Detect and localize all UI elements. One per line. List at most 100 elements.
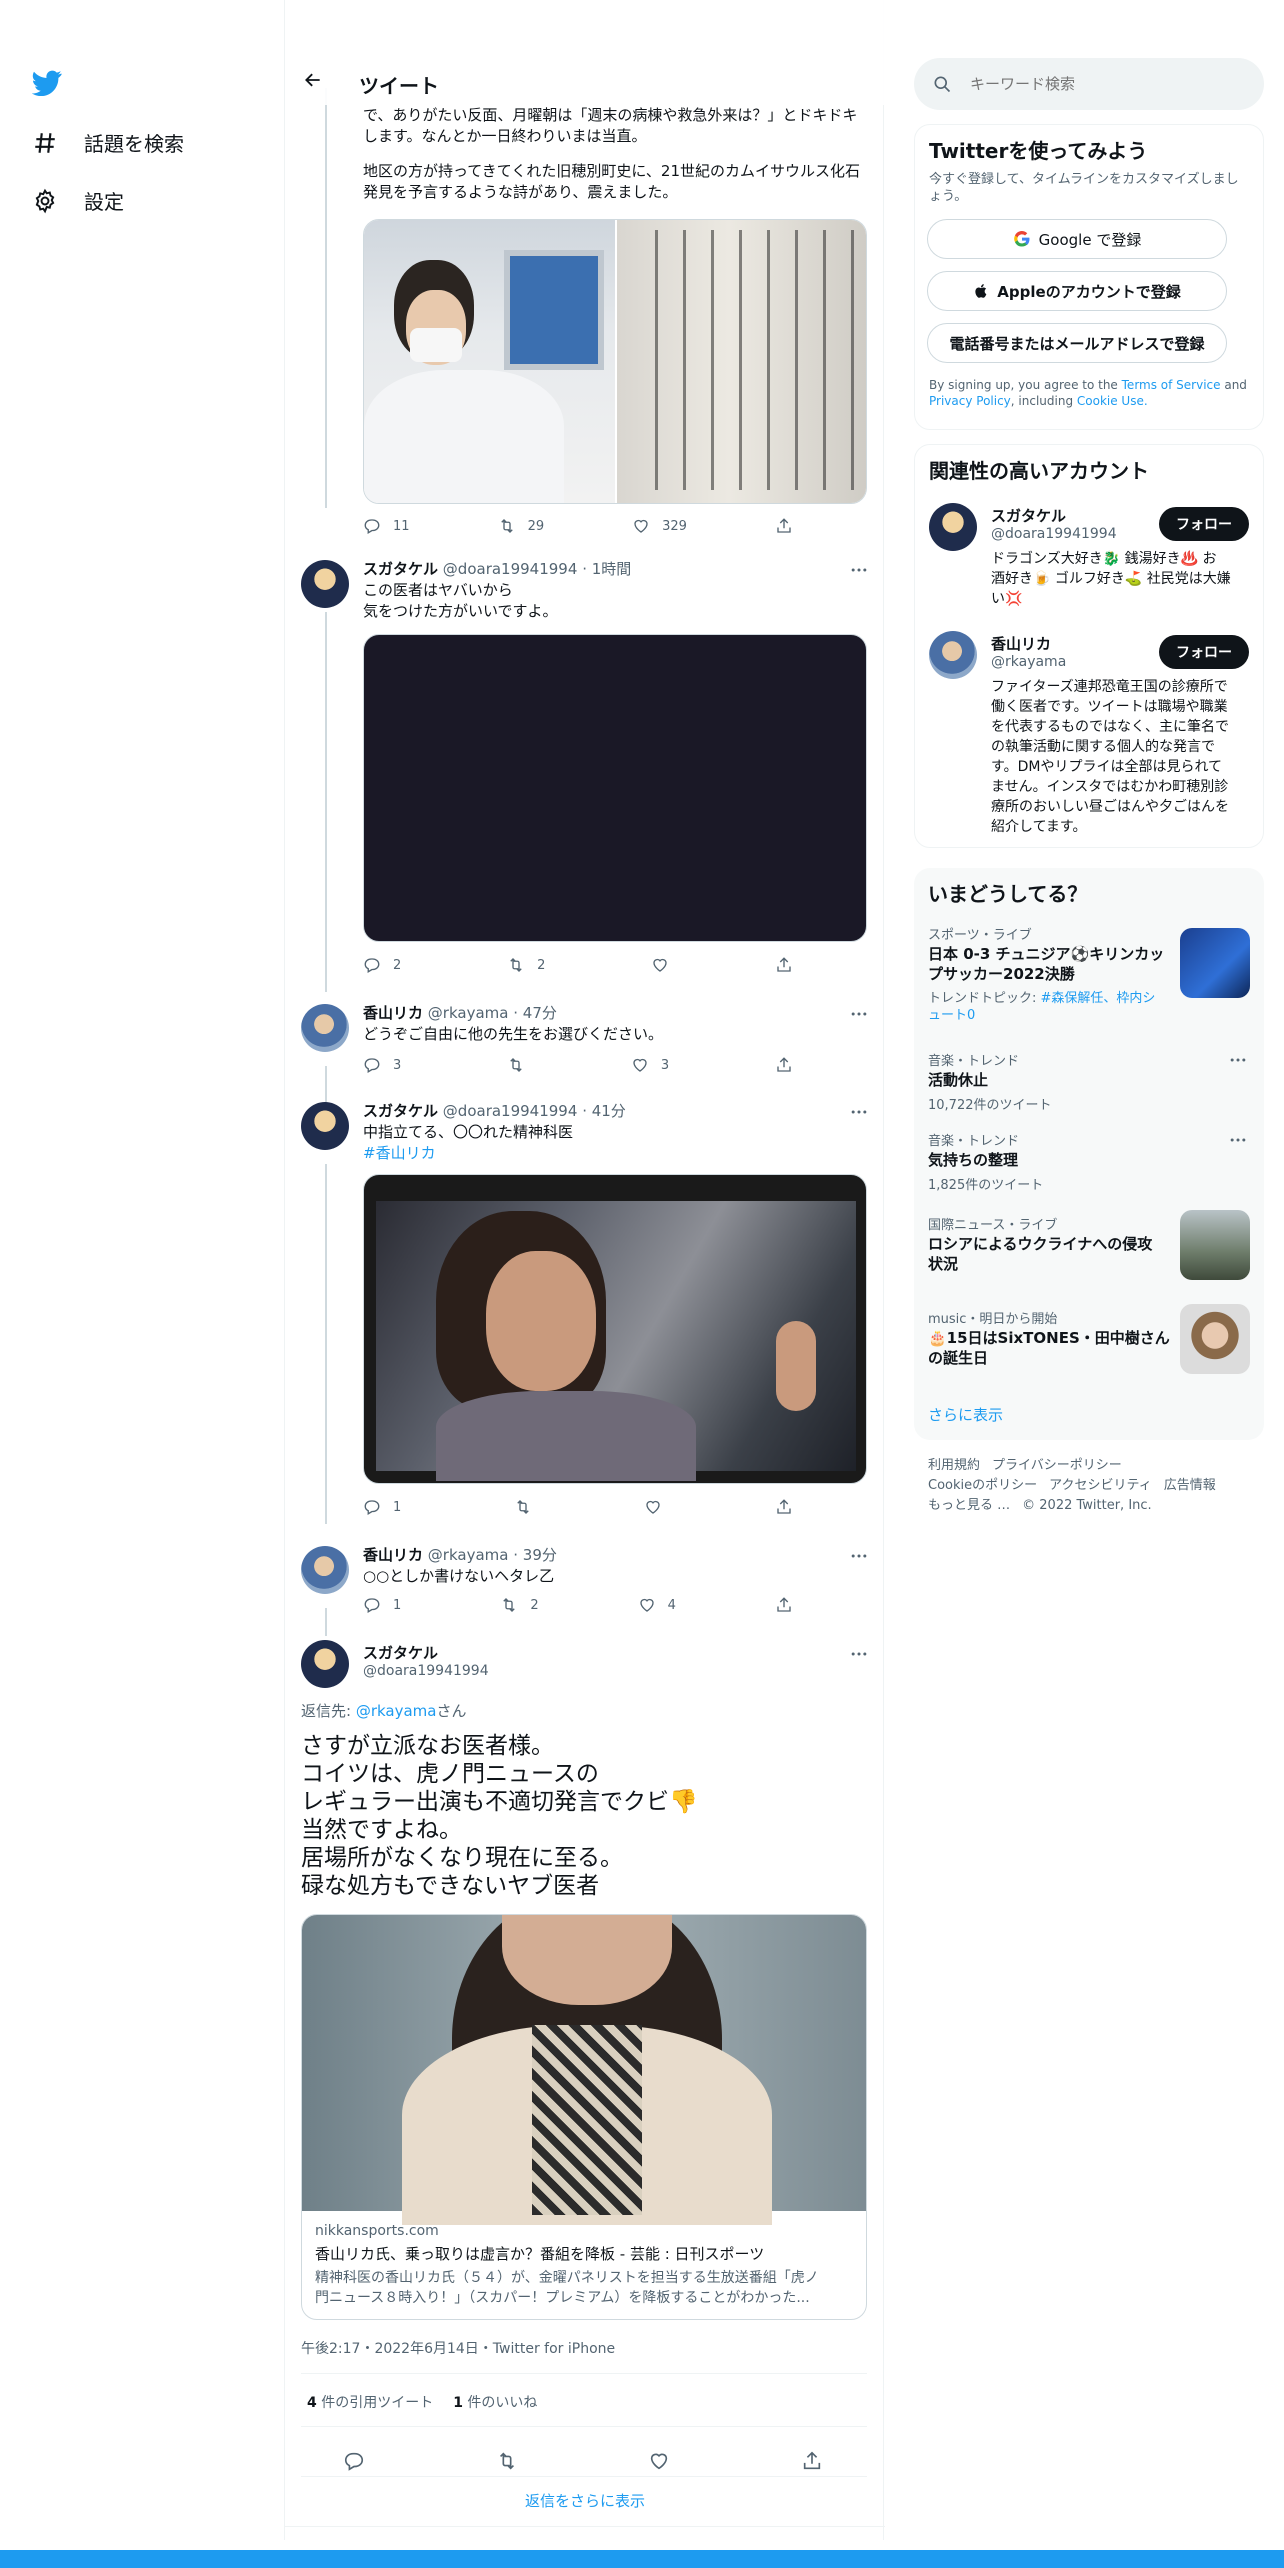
tweet-time[interactable]: · 39分 [513,1546,557,1564]
user-name[interactable]: スガタケル [363,560,438,578]
reply-button[interactable]: 1 [363,1596,401,1614]
book-page-photo[interactable] [617,220,866,503]
user-handle[interactable]: @doara19941994 [443,1102,578,1120]
trend-item[interactable]: スポーツ・ライブ 日本 0-3 チュニジア⚽キリンカッ プサッカー2022決勝 … [914,924,1264,1040]
footer-link-cookie[interactable]: Cookieのポリシー [928,1476,1037,1496]
phone-email-signup-button[interactable]: 電話番号またはメールアドレスで登録 [927,323,1227,363]
video-player[interactable] [363,634,867,942]
terms-link[interactable]: Terms of Service [1122,378,1221,392]
avatar[interactable] [929,631,977,679]
doctor-photo[interactable] [364,220,615,503]
privacy-link[interactable]: Privacy Policy [929,394,1011,408]
show-more-trends-link[interactable]: さらに表示 [928,1404,1003,1425]
more-icon[interactable] [849,560,869,580]
like-button[interactable]: 3 [631,1056,669,1074]
footer-link-terms[interactable]: 利用規約 [928,1456,980,1476]
trend-item[interactable]: 音楽・トレンド 気持ちの整理 1,825件のツイート [914,1130,1264,1200]
account-item[interactable]: スガタケル @doara19941994 フォロー ドラゴンズ大好き🐉 銭湯好き… [915,503,1265,623]
user-handle[interactable]: @doara19941994 [443,560,578,578]
like-button[interactable]: 4 [638,1596,676,1614]
retweet-button[interactable] [514,1498,532,1516]
nav-explore[interactable]: 話題を検索 [32,128,184,157]
reply-button[interactable]: 2 [363,956,401,974]
share-button[interactable] [775,1596,793,1614]
trends-title: いまどうしてる？ [928,882,1088,906]
avatar[interactable] [301,1640,349,1688]
reply-button[interactable]: 11 [363,517,410,535]
user-name[interactable]: スガタケル [363,1642,489,1663]
more-icon[interactable] [849,1546,869,1566]
retweet-button[interactable]: 2 [500,1596,539,1614]
video-thumbnail[interactable] [376,1201,856,1481]
like-button[interactable] [651,956,669,974]
trend-topic-link[interactable]: #森保解任、枠内シ [1041,991,1156,1006]
tweet-media[interactable] [363,219,867,504]
back-arrow-icon[interactable] [303,70,323,90]
search-box[interactable] [914,58,1264,110]
more-icon[interactable] [849,1644,869,1664]
search-input[interactable] [970,70,1240,98]
retweet-button[interactable]: 29 [498,517,544,535]
quote-tweets-link[interactable]: 4 件の引用ツイート [307,2392,433,2412]
more-icon[interactable] [849,1004,869,1024]
tweet-time[interactable]: · 1時間 [582,560,631,578]
tweet-timestamp[interactable]: 午後2:17・2022年6月14日・Twitter for iPhone [301,2338,615,2358]
retweet-button[interactable] [507,1056,525,1074]
video-player[interactable] [363,1174,867,1484]
apple-signup-button[interactable]: Appleのアカウントで登録 [927,271,1227,311]
like-button[interactable] [644,1498,662,1516]
more-icon[interactable] [849,1102,869,1122]
trend-item[interactable]: 音楽・トレンド 活動休止 10,722件のツイート [914,1050,1264,1120]
reply-to-handle[interactable]: @rkayama [356,1702,437,1720]
more-icon[interactable] [1228,1050,1248,1070]
user-name[interactable]: 香山リカ [363,1004,423,1022]
trend-item[interactable]: music・明日から開始 🎂15日はSixTONES・田中樹さん の誕生日 [914,1304,1264,1388]
like-button[interactable] [648,2450,670,2472]
share-button[interactable] [801,2450,823,2472]
avatar[interactable] [301,560,349,608]
follow-button[interactable]: フォロー [1159,635,1249,669]
reply-button[interactable]: 1 [363,1498,401,1516]
show-more-replies-link[interactable]: 返信をさらに表示 [285,2490,885,2511]
share-button[interactable] [775,956,793,974]
retweet-button[interactable]: 2 [507,956,545,974]
footer-link-accessibility[interactable]: アクセシビリティ [1049,1476,1152,1496]
avatar[interactable] [301,1546,349,1594]
user-handle[interactable]: @rkayama [428,1546,509,1564]
thread-line [325,88,327,508]
hashtag-link[interactable]: #香山リカ [363,1143,573,1164]
user-name[interactable]: スガタケル [363,1102,438,1120]
user-handle[interactable]: @doara19941994 [363,1663,489,1679]
share-button[interactable] [775,517,793,535]
twitter-logo-icon[interactable] [32,70,62,96]
avatar[interactable] [929,503,977,551]
relevant-accounts-title: 関連性の高いアカウント [929,459,1149,483]
trend-thumbnail[interactable] [1180,1210,1250,1280]
trend-thumbnail[interactable] [1180,928,1250,998]
user-name[interactable]: 香山リカ [363,1546,423,1564]
trend-item[interactable]: 国際ニュース・ライブ ロシアによるウクライナへの侵攻 状況 [914,1210,1264,1294]
google-signup-button[interactable]: Google で登録 [927,219,1227,259]
account-item[interactable]: 香山リカ @rkayama フォロー ファイターズ連邦恐竜王国の診療所で 働く医… [915,631,1265,841]
reply-button[interactable]: 3 [363,1056,401,1074]
reply-button[interactable] [343,2450,365,2472]
like-button[interactable]: 329 [632,517,687,535]
link-card[interactable]: nikkansports.com 香山リカ氏、乗っ取りは虚言か？番組を降板 - … [301,1914,867,2320]
avatar[interactable] [301,1004,349,1052]
follow-button[interactable]: フォロー [1159,507,1249,541]
nav-settings[interactable]: 設定 [32,186,124,215]
tweet-time[interactable]: · 47分 [513,1004,557,1022]
footer-more-link[interactable]: もっと見る … [928,1496,1010,1516]
footer-link-privacy[interactable]: プライバシーポリシー [992,1456,1122,1476]
footer-link-ads[interactable]: 広告情報 [1164,1476,1216,1496]
user-handle[interactable]: @rkayama [428,1004,509,1022]
trend-thumbnail[interactable] [1180,1304,1250,1374]
share-button[interactable] [775,1498,793,1516]
more-icon[interactable] [1228,1130,1248,1150]
avatar[interactable] [301,1102,349,1150]
likes-link[interactable]: 1 件のいいね [453,2392,537,2412]
cookie-link[interactable]: Cookie Use. [1077,394,1148,408]
retweet-button[interactable] [496,2450,518,2472]
share-button[interactable] [775,1056,793,1074]
tweet-time[interactable]: · 41分 [582,1102,626,1120]
